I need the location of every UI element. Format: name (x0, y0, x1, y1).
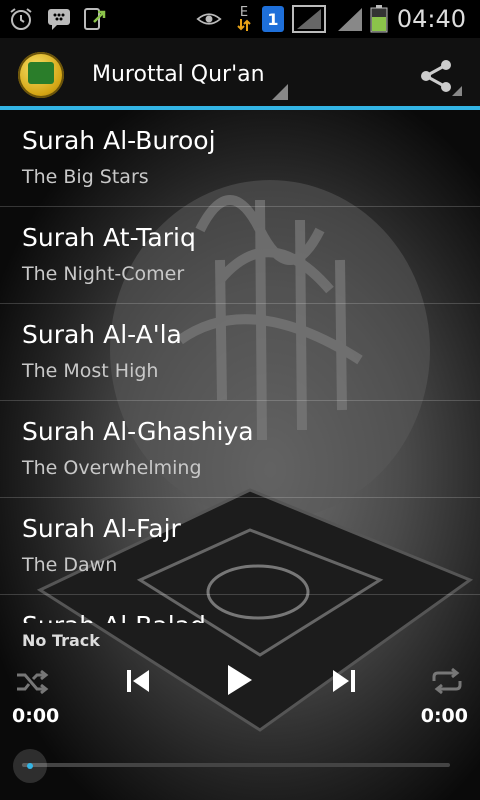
surah-title: Surah At-Tariq (22, 223, 196, 252)
total-time: 0:00 (420, 705, 468, 727)
action-bar: Murottal Qur'an (0, 38, 480, 110)
screen-share-icon (82, 6, 108, 32)
overflow-indicator-icon (452, 86, 462, 96)
list-item[interactable]: Surah Al-Ghashiya The Overwhelming (0, 401, 480, 498)
spinner-indicator-icon (272, 84, 288, 100)
content-area: Surah Al-Burooj The Big Stars Surah At-T… (0, 110, 480, 800)
seek-thumb[interactable] (13, 749, 47, 783)
list-item[interactable]: Surah Al-Burooj The Big Stars (0, 110, 480, 207)
list-item[interactable]: Surah Al-Fajr The Dawn (0, 498, 480, 595)
alarm-icon (8, 6, 34, 32)
app-title[interactable]: Murottal Qur'an (92, 62, 265, 87)
list-item[interactable]: Surah At-Tariq The Night-Comer (0, 207, 480, 304)
bbm-icon (46, 6, 72, 32)
surah-title: Surah Al-A'la (22, 320, 182, 349)
previous-button[interactable] (120, 663, 156, 699)
media-player: No Track 0:00 0:00 (0, 623, 480, 800)
shuffle-icon[interactable] (14, 667, 50, 697)
surah-title: Surah Al-Balad (22, 611, 206, 623)
surah-subtitle: The Most High (22, 360, 159, 382)
surah-subtitle: The Overwhelming (22, 457, 202, 479)
data-arrows-icon: E (234, 6, 254, 32)
play-button[interactable] (218, 659, 260, 701)
list-item[interactable]: Surah Al-A'la The Most High (0, 304, 480, 401)
list-item[interactable]: Surah Al-Balad (0, 595, 480, 623)
signal-icon (336, 6, 364, 32)
status-time: 04:40 (396, 5, 466, 33)
surah-title: Surah Al-Burooj (22, 126, 216, 155)
elapsed-time: 0:00 (12, 705, 60, 727)
app-logo[interactable] (18, 52, 64, 98)
surah-list[interactable]: Surah Al-Burooj The Big Stars Surah At-T… (0, 110, 480, 623)
surah-subtitle: The Night-Comer (22, 263, 185, 285)
signal-icon (292, 5, 326, 33)
battery-icon (368, 5, 390, 33)
surah-title: Surah Al-Fajr (22, 514, 181, 543)
surah-subtitle: The Big Stars (22, 166, 149, 188)
track-title: No Track (22, 631, 100, 650)
repeat-icon[interactable] (428, 665, 466, 697)
seek-bar[interactable] (22, 763, 450, 767)
network-type-label: E (239, 5, 249, 20)
eye-icon (196, 6, 222, 32)
status-bar: E 1 04:40 (0, 0, 480, 38)
surah-title: Surah Al-Ghashiya (22, 417, 254, 446)
surah-subtitle: The Dawn (22, 554, 118, 576)
next-button[interactable] (326, 663, 362, 699)
sim-badge: 1 (262, 6, 284, 32)
